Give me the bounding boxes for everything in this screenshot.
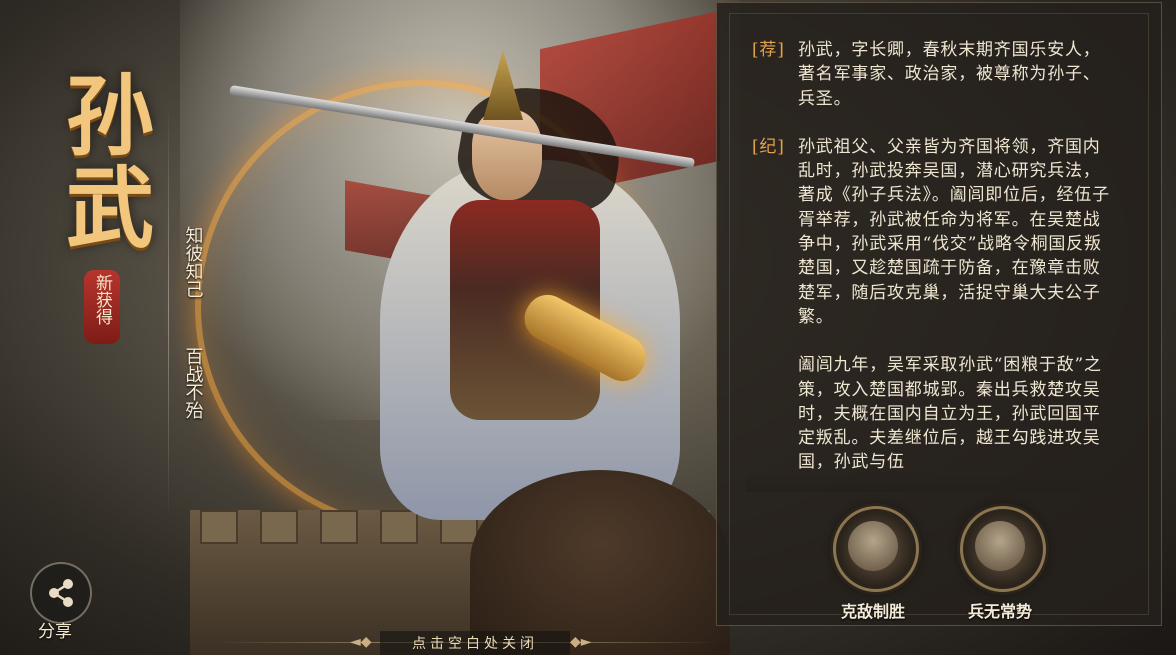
skill-label-2: 兵无常势 — [967, 602, 1032, 621]
general-portrait-icon — [848, 521, 898, 571]
motto-line-2: 百战不殆 — [180, 347, 204, 427]
bio-paragraph: 阖闾九年，吴军采取孙武“困粮于敌”之策，攻入楚国都城郢。秦出兵救楚攻吴时，夫概在… — [746, 353, 1112, 474]
new-badge-label: 新获得 — [92, 274, 112, 325]
skill-button-1[interactable] — [833, 506, 919, 592]
ornament-right-icon: ◆► — [570, 634, 592, 650]
skill-button-2[interactable] — [960, 506, 1046, 592]
share-button[interactable] — [30, 562, 92, 624]
new-badge: 新获得 — [84, 270, 120, 344]
title-divider — [168, 100, 169, 520]
bio-paragraph-text: 孙武，字长卿，春秋末期齐国乐安人，著名军事家、政治家，被尊称为孙子、兵圣。 — [798, 40, 1101, 109]
bio-tag: [荐] — [752, 40, 785, 60]
ornament-left-icon: ◄◆ — [350, 634, 372, 650]
share-label[interactable]: 分享 — [38, 617, 72, 642]
bio-tag: [纪] — [752, 136, 785, 157]
horse-foreground — [470, 470, 730, 655]
hero-figure — [229, 50, 695, 520]
motto-text-1: 知彼知己 — [182, 226, 204, 298]
bio-paragraph-text: 孙武祖父、父亲皆为齐国将领，齐国内乱时，孙武投奔吴国，潜心研究兵法，著成《孙子兵… — [798, 136, 1110, 327]
cavalry-portrait-icon — [975, 521, 1025, 571]
bio-text[interactable]: [荐] 孙武，字长卿，春秋末期齐国乐安人，著名军事家、政治家，被尊称为孙子、兵圣… — [746, 38, 1112, 490]
hero-name-char: 孙 — [65, 64, 154, 168]
motto-text-2: 百战不殆 — [182, 347, 204, 419]
share-icon — [49, 579, 73, 607]
close-hint[interactable]: 点击空白处关闭 — [380, 631, 570, 655]
skill-label-1: 克敌制胜 — [840, 602, 905, 621]
bio-paragraph: [荐] 孙武，字长卿，春秋末期齐国乐安人，著名军事家、政治家，被尊称为孙子、兵圣… — [746, 38, 1112, 111]
motto-line-1: 知彼知己 — [180, 226, 204, 306]
hero-name: 孙 武 — [60, 70, 160, 254]
hero-name-char: 武 — [65, 156, 154, 260]
bio-fade — [746, 470, 1112, 492]
bio-paragraph-text: 阖闾九年，吴军采取孙武“困粮于敌”之策，攻入楚国都城郢。秦出兵救楚攻吴时，夫概在… — [798, 355, 1102, 473]
bio-paragraph: [纪] 孙武祖父、父亲皆为齐国将领，齐国内乱时，孙武投奔吴国，潜心研究兵法，著成… — [746, 135, 1112, 329]
